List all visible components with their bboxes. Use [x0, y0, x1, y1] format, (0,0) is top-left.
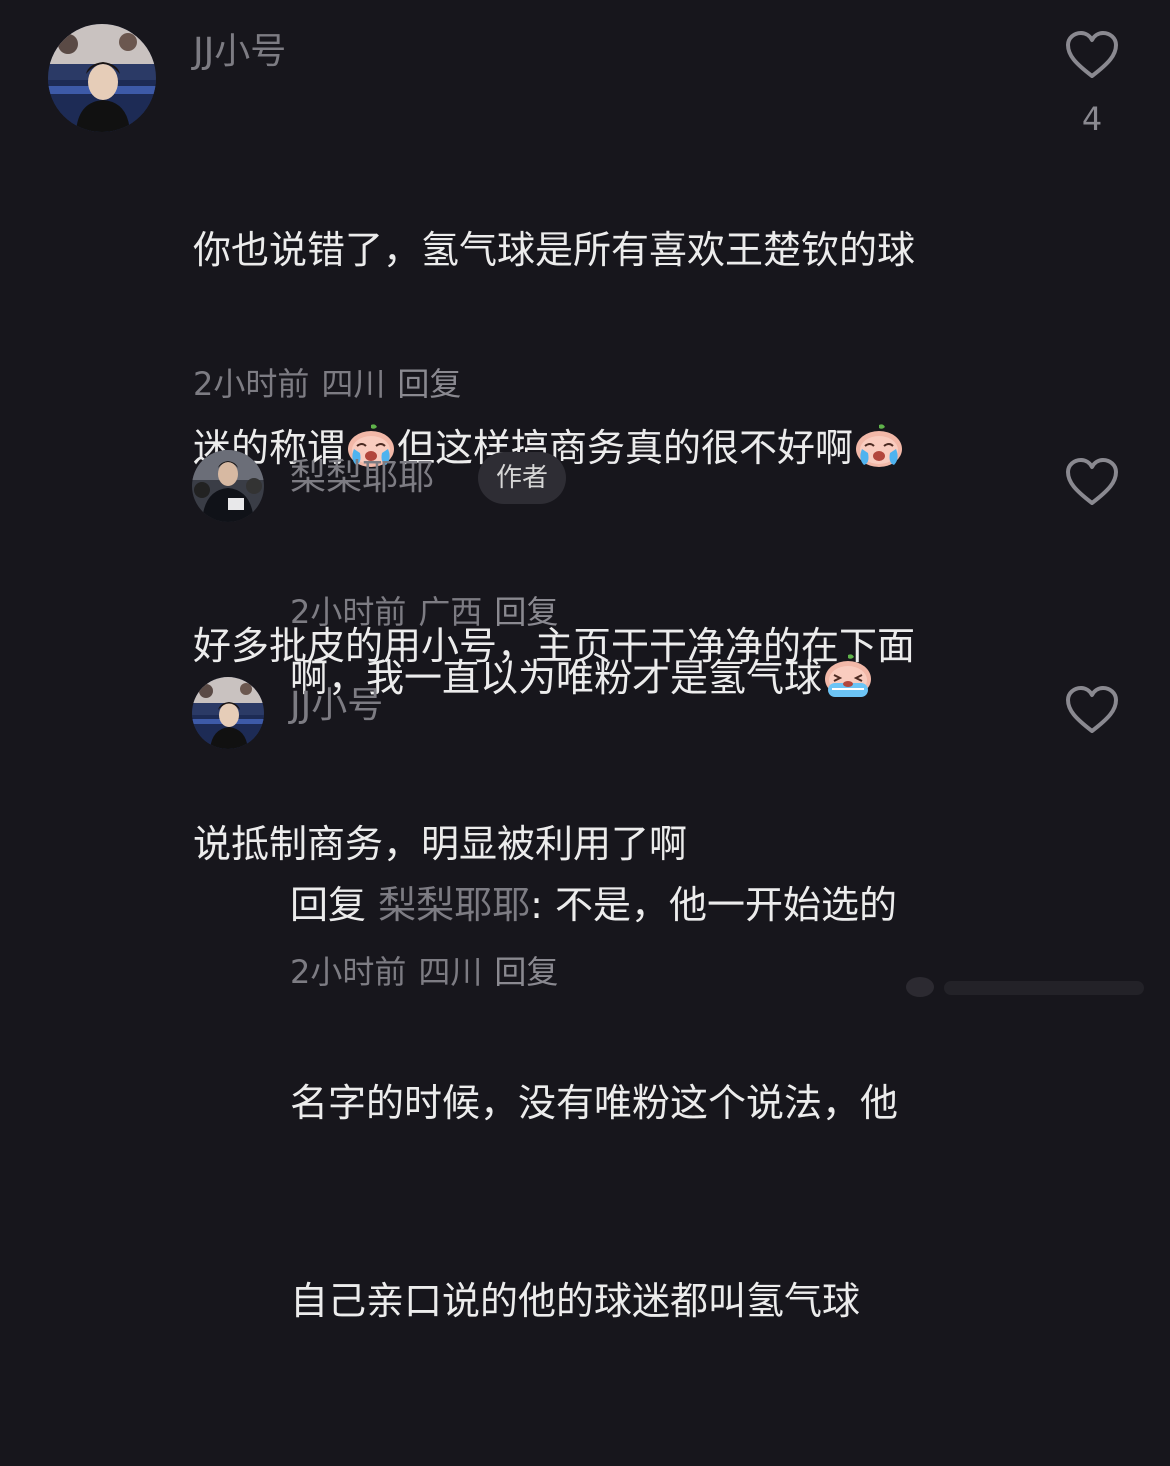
- comment-meta: 2小时前 四川 回复: [290, 956, 570, 988]
- comment-line-part: : 不是，他一开始选的: [530, 883, 898, 927]
- mention-link[interactable]: 梨梨耶耶: [378, 883, 530, 927]
- avatar-photo-icon: [192, 677, 264, 749]
- heart-outline-icon[interactable]: [1065, 685, 1119, 735]
- comment-line: 回复 梨梨耶耶: 不是，他一开始选的: [290, 872, 898, 938]
- reply-button[interactable]: 回复: [494, 953, 558, 991]
- reply-prefix: 回复: [290, 883, 367, 927]
- timestamp: 2小时前: [290, 953, 407, 991]
- username[interactable]: JJ小号: [290, 688, 383, 724]
- comment-line: 名字的时候，没有唯粉这个说法，他: [290, 1081, 899, 1125]
- user-avatar[interactable]: [192, 677, 264, 749]
- comment-line: 自己亲口说的他的球迷都叫氢气球: [290, 1279, 861, 1323]
- watermark-logo-icon: [906, 977, 1144, 997]
- reply-item: JJ小号 回复 梨梨耶耶: 不是，他一开始选的 名字的时候，没有唯粉这个说法，他…: [0, 0, 1170, 1323]
- comment-text: 回复 梨梨耶耶: 不是，他一开始选的 名字的时候，没有唯粉这个说法，他 自己亲口…: [290, 740, 898, 1466]
- location: 四川: [418, 953, 483, 991]
